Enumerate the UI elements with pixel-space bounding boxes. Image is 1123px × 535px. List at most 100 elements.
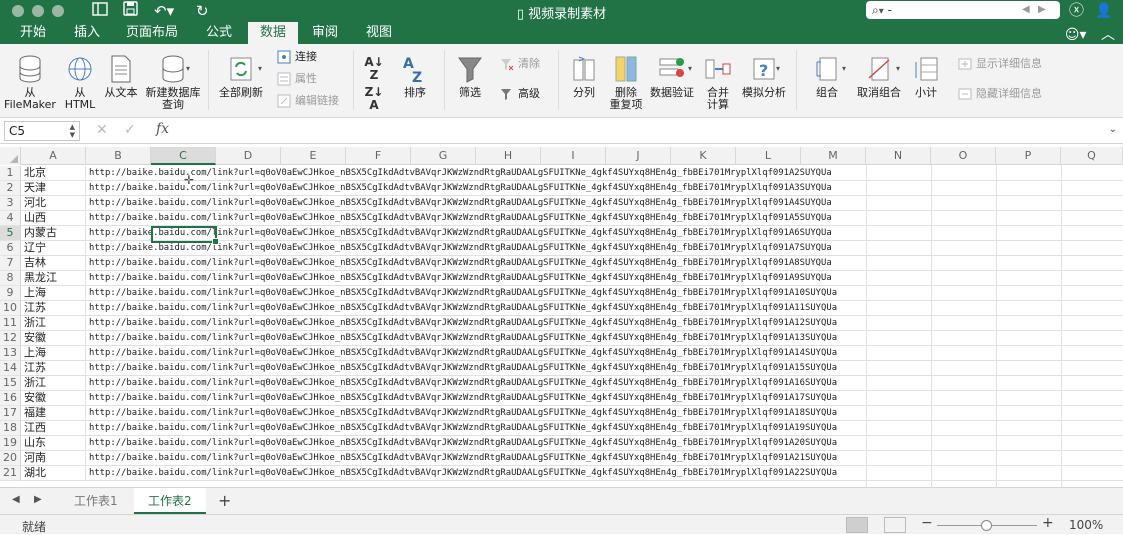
- row-header[interactable]: 21: [0, 466, 21, 481]
- tab-insert[interactable]: 插入: [62, 22, 112, 44]
- name-box[interactable]: C5 ▲ ▼: [4, 121, 80, 141]
- cell-url[interactable]: http://baike.baidu.com/link?url=q0oV0aEw…: [86, 466, 1123, 481]
- from-html-button[interactable]: 从 HTML: [58, 54, 102, 111]
- cancel-icon[interactable]: ✕: [96, 122, 108, 138]
- row-header[interactable]: 17: [0, 406, 21, 421]
- cell-province[interactable]: 安徽: [21, 331, 86, 346]
- row-header[interactable]: 14: [0, 361, 21, 376]
- row-header[interactable]: 4: [0, 211, 21, 226]
- zoom-in-button[interactable]: +: [1042, 515, 1054, 531]
- column-header-m[interactable]: M: [801, 147, 866, 165]
- confirm-icon[interactable]: ✓: [124, 122, 136, 138]
- column-header-j[interactable]: J: [606, 147, 671, 165]
- cell-province[interactable]: 上海: [21, 346, 86, 361]
- cell-province[interactable]: 山东: [21, 436, 86, 451]
- cell-province[interactable]: 上海: [21, 286, 86, 301]
- subtotal-button[interactable]: 小计: [908, 54, 944, 99]
- zoom-level[interactable]: 100%: [1069, 518, 1103, 532]
- cell-province[interactable]: 浙江: [21, 316, 86, 331]
- collapse-ribbon-icon[interactable]: ︿: [1101, 27, 1115, 43]
- chevron-down-icon[interactable]: ▾: [258, 64, 262, 73]
- cell-province[interactable]: 内蒙古: [21, 226, 86, 241]
- row-header[interactable]: 11: [0, 316, 21, 331]
- row-header[interactable]: 18: [0, 421, 21, 436]
- edit-links-button[interactable]: 编辑链接: [277, 93, 339, 109]
- column-header-l[interactable]: L: [736, 147, 801, 165]
- row-header[interactable]: 2: [0, 181, 21, 196]
- row-header[interactable]: 16: [0, 391, 21, 406]
- cell-province[interactable]: 河南: [21, 451, 86, 466]
- column-header-f[interactable]: F: [346, 147, 411, 165]
- formula-input[interactable]: [186, 123, 1086, 139]
- search-input[interactable]: ⌕▾ - ◀ ▶: [866, 1, 1060, 19]
- advanced-filter-button[interactable]: 高级: [500, 86, 540, 102]
- row-header[interactable]: 3: [0, 196, 21, 211]
- cell-province[interactable]: 河北: [21, 196, 86, 211]
- tab-page-layout[interactable]: 页面布局: [116, 22, 188, 44]
- column-header-n[interactable]: N: [866, 147, 931, 165]
- cell-province[interactable]: 江西: [21, 421, 86, 436]
- chevron-down-icon[interactable]: ▾: [688, 64, 692, 73]
- tab-formulas[interactable]: 公式: [194, 22, 244, 44]
- column-header-d[interactable]: D: [216, 147, 281, 165]
- column-header-c[interactable]: C: [151, 147, 216, 165]
- row-header[interactable]: 12: [0, 331, 21, 346]
- add-person-icon[interactable]: 👤+: [1095, 1, 1123, 39]
- chevron-down-icon[interactable]: ▾: [896, 64, 900, 73]
- hide-detail-button[interactable]: 隐藏详细信息: [958, 86, 1042, 102]
- cell-province[interactable]: 吉林: [21, 256, 86, 271]
- refresh-all-button[interactable]: 全部刷新: [216, 54, 266, 99]
- row-header[interactable]: 13: [0, 346, 21, 361]
- tab-data[interactable]: 数据: [248, 22, 298, 44]
- cell-province[interactable]: 山西: [21, 211, 86, 226]
- cell-url[interactable]: http://baike.baidu.com/link?url=q0oV0aEw…: [86, 286, 1123, 301]
- page-layout-view-button[interactable]: [884, 517, 906, 533]
- sort-descending-button[interactable]: Z↓ A: [364, 86, 384, 112]
- expand-formula-bar-icon[interactable]: ⌄: [1109, 124, 1117, 135]
- row-header[interactable]: 8: [0, 271, 21, 286]
- column-header-a[interactable]: A: [21, 147, 86, 165]
- cell-url[interactable]: http://baike.baidu.com/link?url=q0oV0aEw…: [86, 316, 1123, 331]
- chevron-down-icon[interactable]: ▾: [186, 64, 190, 73]
- column-header-q[interactable]: Q: [1061, 147, 1123, 165]
- from-filemaker-button[interactable]: 从 FileMaker: [4, 54, 56, 111]
- cell-url[interactable]: http://baike.baidu.com/link?url=q0oV0aEw…: [86, 256, 1123, 271]
- row-header[interactable]: 5: [0, 226, 21, 241]
- cell-url[interactable]: http://baike.baidu.com/link?url=q0oV0aEw…: [86, 436, 1123, 451]
- remove-duplicates-button[interactable]: 删除 重复项: [604, 54, 648, 111]
- column-header-e[interactable]: E: [281, 147, 346, 165]
- cell-url[interactable]: http://baike.baidu.com/link?url=q0oV0aEw…: [86, 361, 1123, 376]
- next-sheet-icon[interactable]: ▶: [34, 494, 42, 505]
- cell-url[interactable]: http://baike.baidu.com/link?url=q0oV0aEw…: [86, 196, 1123, 211]
- sort-button[interactable]: AZ 排序: [396, 54, 434, 99]
- cell-url[interactable]: http://baike.baidu.com/link?url=q0oV0aEw…: [86, 406, 1123, 421]
- filter-button[interactable]: 筛选: [452, 54, 488, 99]
- consolidate-button[interactable]: 合并 计算: [700, 54, 736, 111]
- row-header[interactable]: 15: [0, 376, 21, 391]
- cell-url[interactable]: http://baike.baidu.com/link?url=q0oV0aEw…: [86, 211, 1123, 226]
- row-header[interactable]: 7: [0, 256, 21, 271]
- data-validation-button[interactable]: 数据验证: [648, 54, 696, 99]
- active-cell-selection[interactable]: [151, 226, 219, 245]
- cell-province[interactable]: 天津: [21, 181, 86, 196]
- column-header-h[interactable]: H: [476, 147, 541, 165]
- search-prev-icon[interactable]: ◀: [1022, 1, 1030, 19]
- properties-button[interactable]: 属性: [277, 71, 317, 87]
- chevron-down-icon[interactable]: ▾: [776, 64, 780, 73]
- tab-home[interactable]: 开始: [8, 22, 58, 44]
- column-header-p[interactable]: P: [996, 147, 1061, 165]
- column-header-o[interactable]: O: [931, 147, 996, 165]
- cell-url[interactable]: http://baike.baidu.com/link?url=q0oV0aEw…: [86, 331, 1123, 346]
- text-to-columns-button[interactable]: 分列: [566, 54, 602, 99]
- sheet-tab-2[interactable]: 工作表2: [134, 488, 206, 514]
- row-header[interactable]: 1: [0, 166, 21, 181]
- connections-button[interactable]: 连接: [277, 49, 317, 65]
- sort-ascending-button[interactable]: A↓ Z: [364, 56, 384, 82]
- cell-url[interactable]: http://baike.baidu.com/link?url=q0oV0aEw…: [86, 271, 1123, 286]
- cell-province[interactable]: 湖北: [21, 466, 86, 481]
- cell-province[interactable]: 北京: [21, 166, 86, 181]
- row-header[interactable]: 9: [0, 286, 21, 301]
- cell-url[interactable]: http://baike.baidu.com/link?url=q0oV0aEw…: [86, 391, 1123, 406]
- normal-view-button[interactable]: [846, 517, 868, 533]
- cell-province[interactable]: 安徽: [21, 391, 86, 406]
